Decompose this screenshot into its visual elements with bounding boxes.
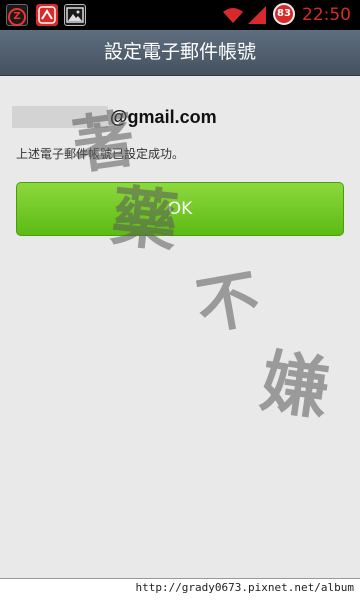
z-app-letter: Z <box>8 8 26 26</box>
title-bar: 設定電子郵件帳號 <box>0 30 360 76</box>
status-bar: Z 83 22:50 <box>0 0 360 30</box>
footer-url-bar: http://grady0673.pixnet.net/album <box>0 578 360 600</box>
success-message: 上述電子郵件帳號已設定成功。 <box>16 147 185 161</box>
ok-button[interactable]: OK <box>16 182 344 236</box>
watermark-char: 不 <box>191 261 265 344</box>
screen: Z 83 22:50 設定電子郵件帳號 @gmail.com 上述電子郵件帳號已… <box>0 0 360 600</box>
email-domain: @gmail.com <box>110 107 217 127</box>
watermark-char: 嫌 <box>255 341 335 431</box>
battery-badge: 83 <box>273 3 295 25</box>
watermark-char: 著 <box>67 101 140 183</box>
z-app-icon: Z <box>6 4 28 26</box>
signal-icon <box>246 5 268 25</box>
red-app-icon <box>36 4 58 26</box>
footer-url: http://grady0673.pixnet.net/album <box>135 581 354 594</box>
wifi-icon <box>222 6 244 24</box>
page-title: 設定電子郵件帳號 <box>103 41 256 63</box>
email-username-mask <box>12 106 108 128</box>
clock: 22:50 <box>302 5 351 25</box>
gallery-icon <box>64 4 86 26</box>
